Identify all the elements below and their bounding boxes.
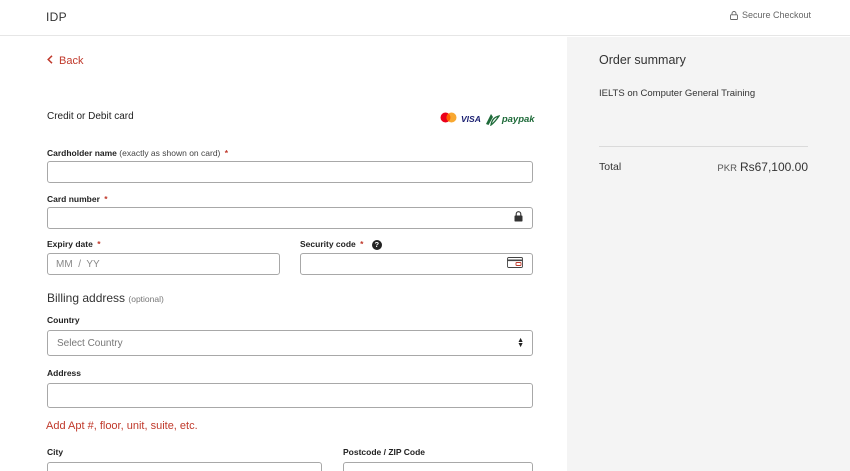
security-code-label: Security code * ? (300, 239, 382, 250)
postcode-label: Postcode / ZIP Code (343, 447, 426, 457)
summary-divider (599, 146, 808, 147)
optional-tag: (optional) (128, 294, 164, 304)
lock-icon (514, 209, 523, 227)
order-summary-title: Order summary (599, 53, 686, 67)
security-label-text: Security code (300, 239, 356, 249)
secure-checkout-label: Secure Checkout (741, 10, 811, 20)
paypak-label: paypak (501, 113, 535, 125)
cardholder-name-input[interactable] (48, 162, 532, 183)
paypak-logo: paypak (485, 113, 535, 126)
billing-address-title: Billing address (optional) (47, 291, 164, 305)
expiry-date-label: Expiry date * (47, 239, 101, 249)
security-code-input[interactable] (301, 254, 532, 275)
total-amount: Rs67,100.00 (739, 160, 808, 174)
expiry-label-text: Expiry date (47, 239, 93, 249)
total-currency: PKR (717, 163, 737, 174)
cardholder-name-field[interactable] (47, 161, 533, 183)
payment-method-title: Credit or Debit card (47, 111, 134, 122)
required-marker: * (360, 239, 364, 249)
security-code-field[interactable] (300, 253, 533, 275)
back-label: Back (59, 55, 84, 67)
country-label: Country (47, 315, 80, 325)
country-select[interactable]: Select Country ▲ ▼ (47, 330, 533, 356)
card-number-label: Card number * (47, 194, 108, 204)
top-bar: IDP Secure Checkout (0, 0, 850, 36)
visa-logo: VISA (461, 114, 481, 124)
mastercard-logo (440, 110, 457, 128)
city-input[interactable] (48, 463, 321, 471)
order-summary-panel: Order summary IELTS on Computer General … (567, 37, 850, 471)
sort-arrows-icon: ▲ ▼ (517, 337, 524, 349)
address-field[interactable] (47, 383, 533, 408)
card-number-input[interactable] (48, 208, 532, 229)
order-item: IELTS on Computer General Training (599, 88, 756, 99)
country-select-value: Select Country (57, 338, 123, 349)
required-marker: * (97, 239, 101, 249)
card-number-label-text: Card number (47, 194, 100, 204)
postcode-input[interactable] (344, 463, 532, 471)
card-cvv-icon (507, 255, 523, 273)
card-number-field[interactable] (47, 207, 533, 229)
cardholder-hint: (exactly as shown on card) (119, 148, 221, 158)
back-link[interactable]: Back (47, 55, 83, 67)
add-apt-link[interactable]: Add Apt #, floor, unit, suite, etc. (46, 420, 198, 432)
total-label: Total (599, 161, 622, 173)
cardholder-label-text: Cardholder name (47, 148, 117, 158)
postcode-field[interactable] (343, 462, 533, 471)
total-value: PKR Rs67,100.00 (717, 160, 808, 174)
billing-title-text: Billing address (47, 291, 126, 305)
expiry-date-field[interactable] (47, 253, 280, 275)
add-apt-label: Add Apt #, floor, unit, suite, etc. (46, 420, 198, 432)
secure-checkout: Secure Checkout (730, 10, 811, 20)
help-icon[interactable]: ? (371, 239, 382, 250)
lock-icon (730, 10, 738, 20)
city-label: City (47, 447, 64, 457)
cardholder-name-label: Cardholder name (exactly as shown on car… (47, 148, 228, 158)
chevron-left-icon (47, 55, 53, 67)
city-field[interactable] (47, 462, 322, 471)
address-input[interactable] (48, 384, 532, 407)
card-brand-logos: VISA paypak (440, 110, 535, 128)
brand-logo[interactable]: IDP (46, 10, 67, 24)
expiry-date-input[interactable] (48, 254, 279, 275)
required-marker: * (104, 194, 108, 204)
required-marker: * (224, 148, 229, 158)
address-label: Address (47, 368, 82, 378)
